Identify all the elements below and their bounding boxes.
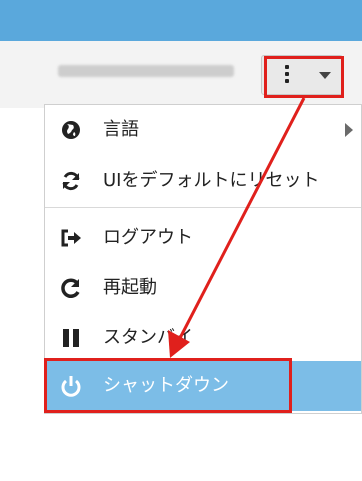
menu-item-label: 言語 [103, 119, 139, 140]
menu-item-standby[interactable]: スタンバイ [45, 313, 361, 363]
menu-item-restart[interactable]: 再起動 [45, 263, 361, 313]
user-name: kumo-public-page [58, 65, 234, 77]
menu-item-label: シャットダウン [103, 375, 229, 396]
menu-item-label: ログアウト [103, 227, 193, 248]
globe-icon [62, 121, 80, 139]
sign-out-icon [61, 229, 81, 247]
chevron-right-icon [345, 123, 353, 137]
menu-item-reset-ui[interactable]: UIをデフォルトにリセット [45, 156, 361, 206]
menu-item-language[interactable]: 言語 [45, 105, 361, 155]
chevron-down-icon [319, 72, 331, 79]
menu-item-label: UIをデフォルトにリセット [103, 170, 320, 191]
menu-item-label: 再起動 [103, 277, 157, 298]
menu-divider [45, 207, 361, 208]
pause-icon [63, 329, 79, 347]
menu-item-label: スタンバイ [103, 327, 193, 348]
menu-item-logout[interactable]: ログアウト [45, 213, 361, 263]
kebab-menu-icon [285, 65, 289, 85]
power-icon [61, 376, 81, 397]
restart-icon [61, 278, 80, 298]
user-dropdown-menu: 言語 UIをデフォルトにリセット ログアウト 再起動 スタンバイ シャットダウン [44, 104, 362, 414]
menu-item-shutdown[interactable]: シャットダウン [45, 361, 361, 411]
user-menu-button[interactable] [261, 55, 343, 95]
refresh-icon [62, 171, 80, 191]
top-bar [0, 0, 362, 41]
